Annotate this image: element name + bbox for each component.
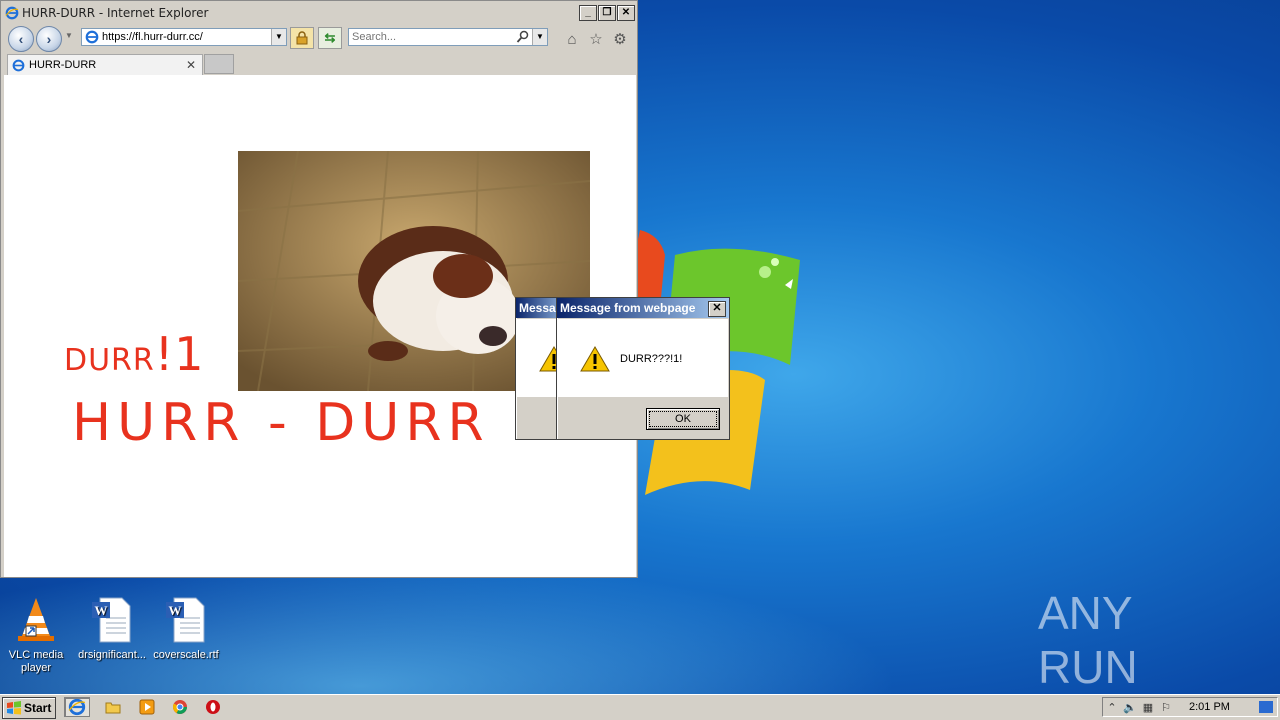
show-hidden-icons-icon[interactable]: ⌃ xyxy=(1103,699,1121,715)
back-button[interactable]: ‹ xyxy=(8,26,34,52)
taskbar-chrome-button[interactable] xyxy=(167,697,193,717)
watermark-text: ANY RUN xyxy=(1038,587,1138,693)
word-document-icon: W xyxy=(92,597,131,643)
taskbar-opera-button[interactable] xyxy=(200,697,226,717)
ie-page-icon xyxy=(85,30,99,44)
tab-strip: HURR-DURR ✕ xyxy=(1,53,637,75)
security-lock-button[interactable] xyxy=(290,27,314,49)
gear-icon[interactable]: ⚙ xyxy=(611,30,629,48)
refresh-icon: ⇆ xyxy=(324,30,336,45)
ie-toolbar: ‹ › ▼ https://fl.hurr-durr.cc/ ▼ ⇆ Searc… xyxy=(1,25,637,52)
durr-small-text: DURR!1 xyxy=(64,327,205,381)
vlc-cone-icon xyxy=(18,598,54,641)
home-icon[interactable]: ⌂ xyxy=(563,30,581,48)
opera-icon xyxy=(206,700,220,714)
hurr-durr-heading: HURR - DURR xyxy=(72,393,490,453)
taskbar: Start ⌃ 🔈 ▦ ⚐ 2:01 PM xyxy=(0,694,1280,720)
system-tray: ⌃ 🔈 ▦ ⚐ 2:01 PM xyxy=(1102,697,1278,717)
desktop-icon-label: drsignificant... xyxy=(78,649,146,661)
search-input[interactable] xyxy=(352,31,516,43)
volume-icon[interactable]: 🔈 xyxy=(1121,699,1139,715)
taskbar-media-player-button[interactable] xyxy=(134,697,160,717)
svg-text:W: W xyxy=(95,603,108,618)
word-document-icon: W xyxy=(166,597,205,643)
forward-arrow-icon: › xyxy=(46,31,52,47)
back-arrow-icon: ‹ xyxy=(18,31,24,47)
network-icon[interactable]: ▦ xyxy=(1139,699,1157,715)
tab-label: HURR-DURR xyxy=(29,59,97,71)
refresh-button[interactable]: ⇆ xyxy=(318,27,342,49)
restore-button[interactable]: ❐ xyxy=(598,5,616,21)
windows-flag-icon xyxy=(7,701,21,715)
dialog-close-button[interactable]: ✕ xyxy=(708,301,726,317)
search-icon[interactable] xyxy=(516,30,530,44)
folder-icon xyxy=(105,702,121,714)
dialog-body: DURR???!1! xyxy=(558,319,728,397)
address-text[interactable]: https://fl.hurr-durr.cc/ xyxy=(102,31,271,43)
tab-close-icon[interactable]: ✕ xyxy=(184,58,198,72)
close-button[interactable]: ✕ xyxy=(617,5,635,21)
ie-window: HURR-DURR - Internet Explorer _ ❐ ✕ ‹ › … xyxy=(0,0,638,578)
history-dropdown-icon[interactable]: ▼ xyxy=(65,31,73,40)
desktop-icon-label: coverscale.rtf xyxy=(153,649,219,661)
anyrun-watermark: ANY RUN xyxy=(1038,587,1238,693)
svg-text:W: W xyxy=(169,603,182,618)
ie-logo-icon xyxy=(5,6,19,20)
show-desktop-button[interactable] xyxy=(1259,701,1273,713)
clock[interactable]: 2:01 PM xyxy=(1189,701,1230,713)
dialog-message: DURR???!1! xyxy=(620,353,683,365)
action-center-flag-icon[interactable]: ⚐ xyxy=(1157,699,1175,715)
address-bar[interactable]: https://fl.hurr-durr.cc/ ▼ xyxy=(81,28,287,46)
desktop-icon-doc1[interactable]: W drsignificant... xyxy=(74,596,150,662)
desktop-icon-label: VLC media player xyxy=(8,649,64,674)
warning-icon xyxy=(580,346,610,372)
lock-icon xyxy=(296,31,308,45)
dialog-title[interactable]: Message from webpage xyxy=(557,298,729,318)
taskbar-explorer-button[interactable] xyxy=(100,697,126,717)
chrome-icon xyxy=(172,700,187,714)
desktop-icon-vlc[interactable]: VLC media player xyxy=(0,596,74,675)
tab-hurr-durr[interactable]: HURR-DURR ✕ xyxy=(7,54,203,75)
taskbar-ie-button[interactable] xyxy=(64,697,90,717)
ie-tab-icon xyxy=(12,59,25,71)
new-tab-button[interactable] xyxy=(204,54,234,74)
favorites-star-icon[interactable]: ☆ xyxy=(587,30,605,48)
minimize-button[interactable]: _ xyxy=(579,5,597,21)
alert-dialog: Message from webpage ✕ DURR???!1! OK xyxy=(556,297,730,440)
address-dropdown-icon[interactable]: ▼ xyxy=(271,29,286,45)
media-player-icon xyxy=(139,699,155,715)
ie-titlebar[interactable]: HURR-DURR - Internet Explorer _ ❐ ✕ xyxy=(1,1,637,25)
start-button[interactable]: Start xyxy=(2,697,56,719)
ok-button[interactable]: OK xyxy=(646,408,720,430)
desktop-icon-doc2[interactable]: W coverscale.rtf xyxy=(148,596,224,662)
search-box[interactable]: ▼ xyxy=(348,28,548,46)
start-label: Start xyxy=(24,701,52,715)
window-title: HURR-DURR - Internet Explorer xyxy=(22,6,209,20)
forward-button[interactable]: › xyxy=(36,26,62,52)
ie-taskbar-icon xyxy=(68,698,86,716)
search-dropdown-icon[interactable]: ▼ xyxy=(532,29,547,45)
